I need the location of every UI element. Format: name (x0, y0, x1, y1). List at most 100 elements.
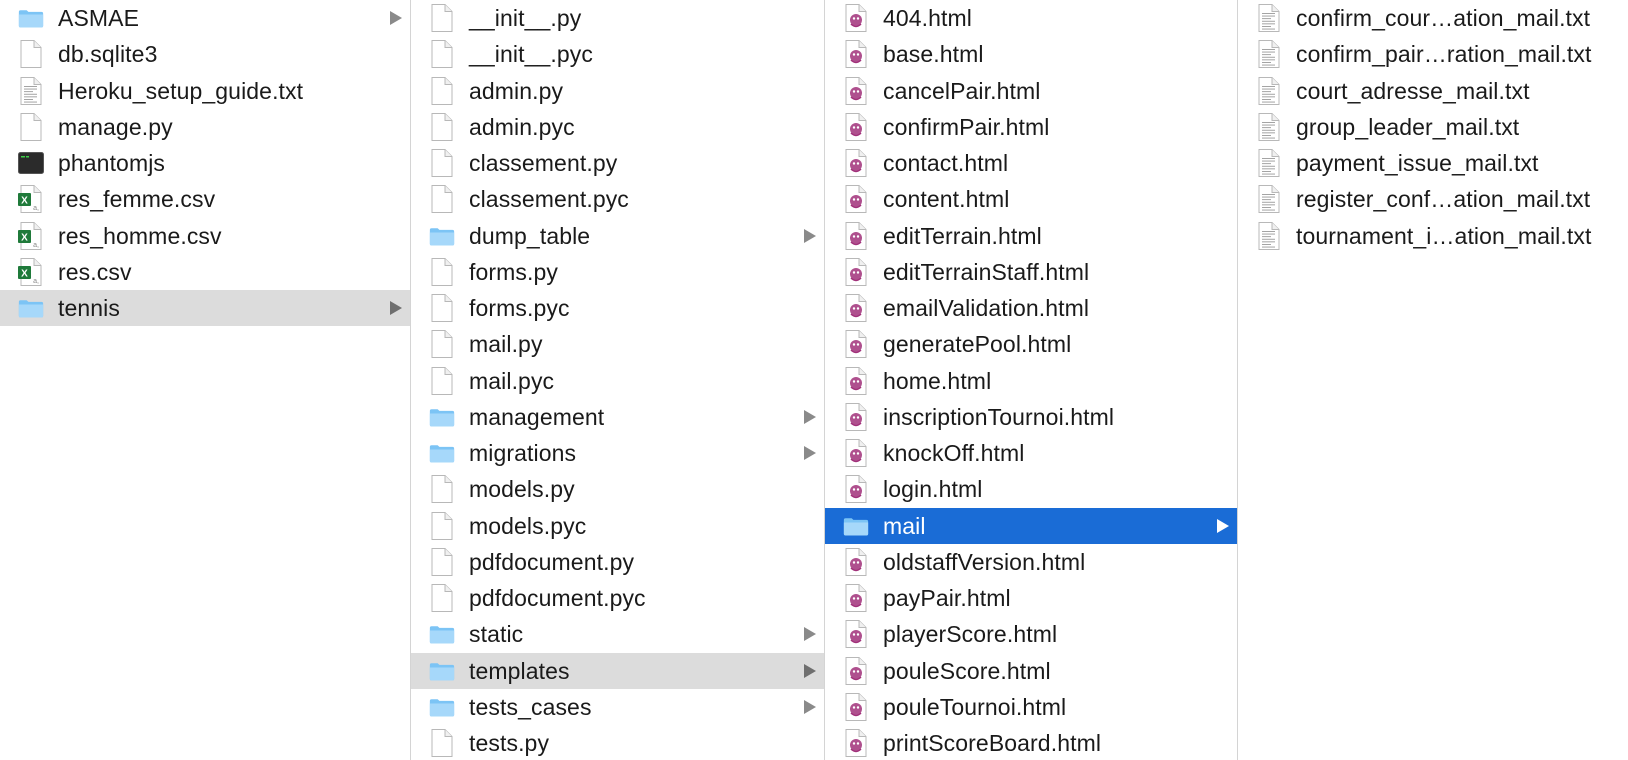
file-row[interactable]: Heroku_setup_guide.txt (0, 73, 410, 109)
html-file-icon (843, 656, 869, 685)
file-row[interactable]: editTerrainStaff.html (825, 254, 1237, 290)
folder-row[interactable]: dump_table (411, 218, 824, 254)
file-row[interactable]: pdfdocument.py (411, 544, 824, 580)
file-row[interactable]: models.pyc (411, 508, 824, 544)
file-row[interactable]: admin.pyc (411, 109, 824, 145)
file-row[interactable]: __init__.py (411, 0, 824, 36)
file-row[interactable]: editTerrain.html (825, 218, 1237, 254)
file-row[interactable]: register_conf…ation_mail.txt (1238, 181, 1628, 217)
file-row[interactable]: cancelPair.html (825, 73, 1237, 109)
file-row[interactable]: home.html (825, 363, 1237, 399)
item-name: base.html (883, 41, 984, 68)
document-icon (429, 257, 455, 286)
file-row[interactable]: mail.py (411, 326, 824, 362)
folder-row[interactable]: tests_cases (411, 689, 824, 725)
item-name: models.pyc (469, 512, 587, 539)
file-row[interactable]: printScoreBoard.html (825, 725, 1237, 760)
document-icon (429, 294, 455, 323)
item-name: mail (883, 512, 926, 539)
html-file-icon (843, 475, 869, 504)
file-row[interactable]: phantomjs (0, 145, 410, 181)
folder-row[interactable]: templates (411, 652, 824, 689)
file-row[interactable]: group_leader_mail.txt (1238, 109, 1628, 145)
file-row[interactable]: payment_issue_mail.txt (1238, 145, 1628, 181)
item-name: static (469, 621, 524, 648)
folder-icon (429, 657, 455, 685)
item-name: group_leader_mail.txt (1296, 113, 1520, 140)
item-name: tournament_i…ation_mail.txt (1296, 222, 1592, 249)
file-row[interactable]: tests.py (411, 725, 824, 760)
file-row[interactable]: classement.py (411, 145, 824, 181)
file-row[interactable]: confirm_cour…ation_mail.txt (1238, 0, 1628, 36)
file-row[interactable]: tournament_i…ation_mail.txt (1238, 218, 1628, 254)
file-row[interactable]: models.py (411, 471, 824, 507)
folder-row[interactable]: management (411, 399, 824, 435)
item-name: emailValidation.html (883, 295, 1090, 322)
file-row[interactable]: 404.html (825, 0, 1237, 36)
html-file-icon (843, 330, 869, 359)
folder-row[interactable]: tennis (0, 290, 410, 327)
document-icon (18, 112, 44, 141)
item-name: printScoreBoard.html (883, 730, 1102, 757)
file-row[interactable]: db.sqlite3 (0, 36, 410, 72)
column-1[interactable]: ASMAE db.sqlite3 Heroku_setup_guide.txtman… (0, 0, 411, 760)
file-row[interactable]: forms.py (411, 254, 824, 290)
file-row[interactable]: manage.py (0, 109, 410, 145)
file-row[interactable]: oldstaffVersion.html (825, 544, 1237, 580)
file-row[interactable]: generatePool.html (825, 326, 1237, 362)
disclosure-arrow-icon (804, 409, 816, 424)
file-row[interactable]: forms.pyc (411, 290, 824, 326)
file-row[interactable]: pdfdocument.pyc (411, 580, 824, 616)
item-name: res_femme.csv (58, 186, 216, 213)
item-name: home.html (883, 367, 992, 394)
file-row[interactable]: Xa, res_femme.csv (0, 181, 410, 217)
item-name: confirm_cour…ation_mail.txt (1296, 5, 1591, 32)
item-name: Heroku_setup_guide.txt (58, 77, 304, 104)
folder-row[interactable]: ASMAE (0, 0, 410, 36)
file-row[interactable]: inscriptionTournoi.html (825, 399, 1237, 435)
disclosure-arrow-icon (804, 627, 816, 642)
folder-row[interactable]: static (411, 616, 824, 652)
folder-row[interactable]: migrations (411, 435, 824, 471)
file-row[interactable]: __init__.pyc (411, 36, 824, 72)
item-name: admin.pyc (469, 113, 575, 140)
file-row[interactable]: contact.html (825, 145, 1237, 181)
html-file-icon (843, 4, 869, 33)
file-row[interactable]: confirm_pair…ration_mail.txt (1238, 36, 1628, 72)
column-4[interactable]: confirm_cour…ation_mail.txt confirm_pair…… (1238, 0, 1628, 760)
file-row[interactable]: pouleScore.html (825, 653, 1237, 689)
disclosure-arrow-icon (390, 301, 402, 316)
file-row[interactable]: base.html (825, 36, 1237, 72)
document-icon (429, 112, 455, 141)
file-row[interactable]: payPair.html (825, 580, 1237, 616)
text-file-icon (1256, 76, 1282, 105)
document-icon (429, 149, 455, 178)
file-row[interactable]: login.html (825, 471, 1237, 507)
file-row[interactable]: confirmPair.html (825, 109, 1237, 145)
text-file-icon (18, 76, 44, 105)
item-name: knockOff.html (883, 440, 1025, 467)
folder-row[interactable]: mail (825, 507, 1237, 544)
file-row[interactable]: classement.pyc (411, 181, 824, 217)
finder-column-browser: ASMAE db.sqlite3 Heroku_setup_guide.txtman… (0, 0, 1628, 760)
file-row[interactable]: court_adresse_mail.txt (1238, 73, 1628, 109)
svg-text:X: X (21, 268, 28, 279)
document-icon (429, 584, 455, 613)
file-row[interactable]: content.html (825, 181, 1237, 217)
file-row[interactable]: mail.pyc (411, 363, 824, 399)
column-2[interactable]: __init__.py __init__.pyc admin.py admin.pyc… (411, 0, 825, 760)
column-3[interactable]: 404.html base.html cancelPair.html confirmP… (825, 0, 1238, 760)
file-row[interactable]: Xa, res_homme.csv (0, 218, 410, 254)
file-row[interactable]: emailValidation.html (825, 290, 1237, 326)
item-name: court_adresse_mail.txt (1296, 77, 1530, 104)
file-row[interactable]: Xa, res.csv (0, 254, 410, 290)
file-row[interactable]: admin.py (411, 73, 824, 109)
file-row[interactable]: knockOff.html (825, 435, 1237, 471)
item-name: forms.py (469, 258, 558, 285)
file-row[interactable]: playerScore.html (825, 616, 1237, 652)
item-name: editTerrain.html (883, 222, 1042, 249)
folder-icon (429, 620, 455, 648)
file-row[interactable]: pouleTournoi.html (825, 689, 1237, 725)
disclosure-arrow-icon (804, 228, 816, 243)
disclosure-arrow-icon (390, 11, 402, 26)
